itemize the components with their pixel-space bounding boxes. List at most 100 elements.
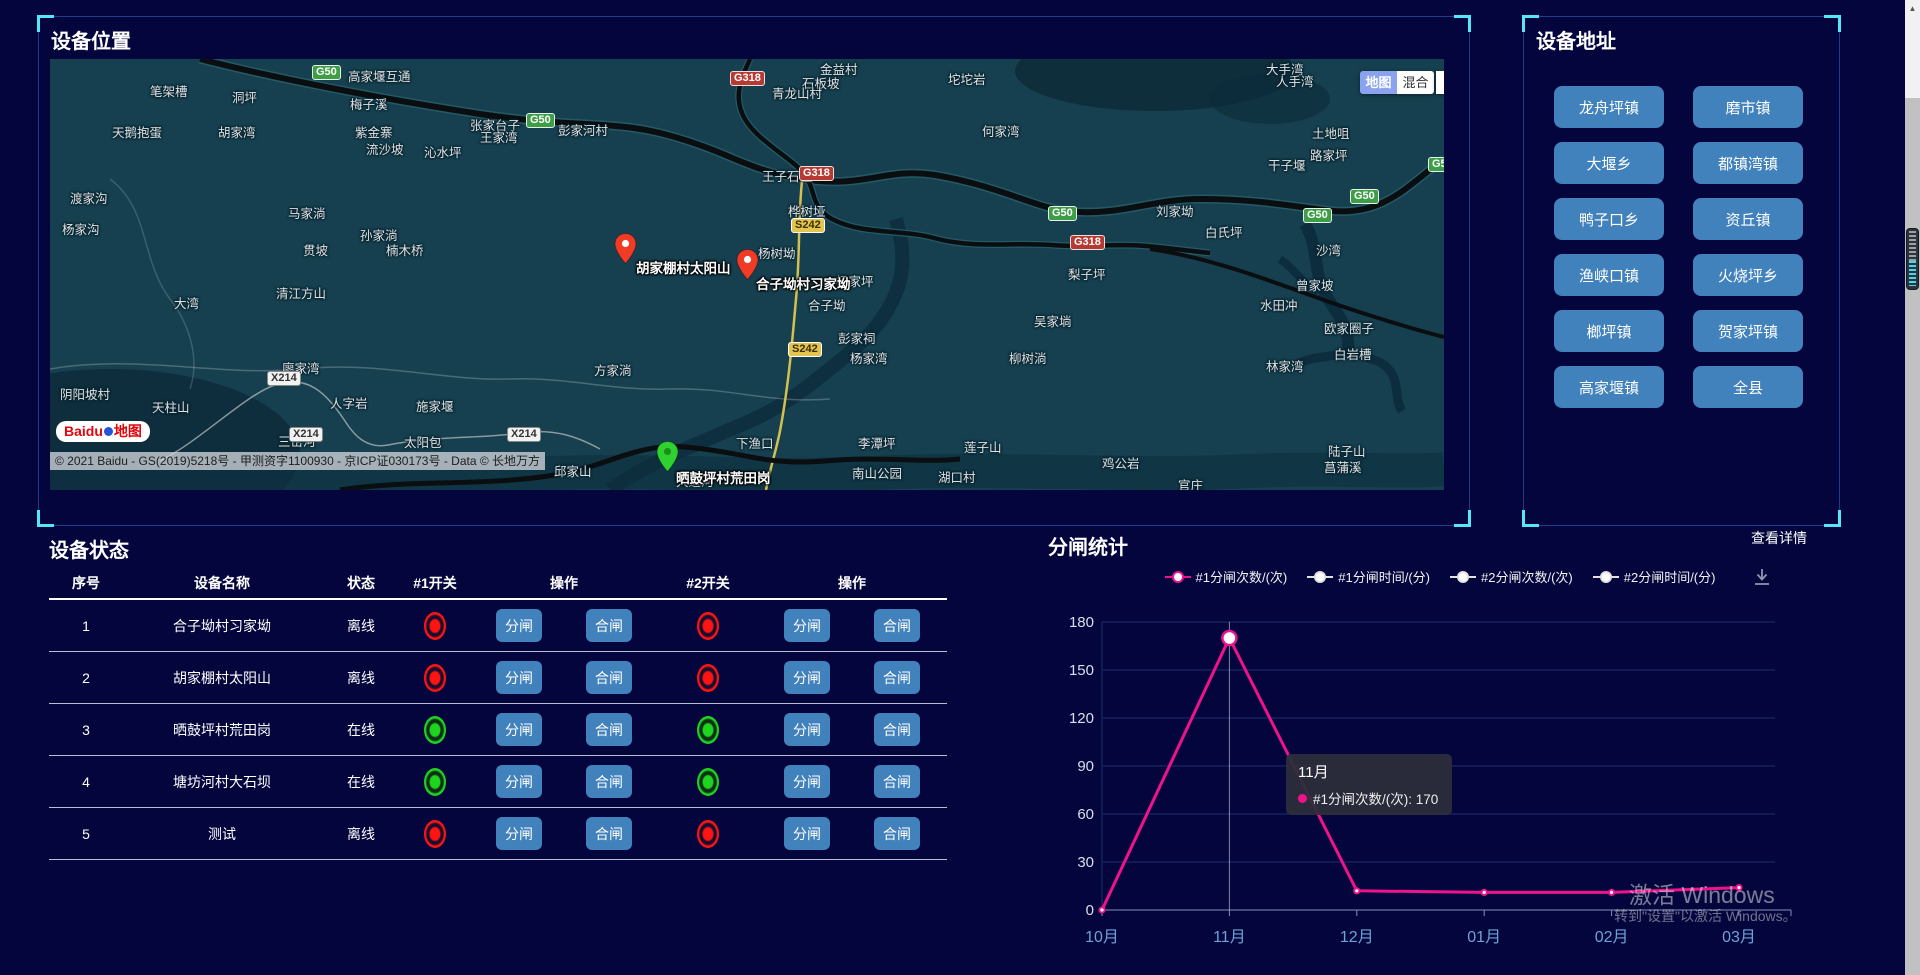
- map-type-button[interactable]: 混合: [1397, 71, 1434, 94]
- svg-text:11月: 11月: [1213, 929, 1246, 946]
- switch2-indicator: [697, 664, 719, 692]
- svg-text:90: 90: [1077, 758, 1094, 775]
- open-switch2-button[interactable]: 分闸: [784, 661, 830, 694]
- open-switch2-button[interactable]: 分闸: [784, 765, 830, 798]
- svg-text:02月: 02月: [1595, 929, 1629, 946]
- switch1-indicator: [424, 716, 446, 744]
- column-header: #1开关: [401, 573, 469, 593]
- map-type-control: 地图混合: [1360, 71, 1434, 94]
- map-place-label: 清江方山: [276, 283, 326, 302]
- map-place-label: 流沙坡: [366, 139, 404, 158]
- map-place-label: 水田冲: [1260, 295, 1298, 314]
- close-switch2-button[interactable]: 合闸: [874, 817, 920, 850]
- address-button[interactable]: 渔峡口镇: [1554, 254, 1664, 296]
- map-place-label: 彭家河村: [558, 120, 608, 139]
- map-place-label: 吴家埫: [1034, 311, 1072, 330]
- map-marker-red[interactable]: [614, 233, 637, 264]
- open-switch1-button[interactable]: 分闸: [496, 765, 542, 798]
- map-place-label: 南山公园: [852, 463, 902, 482]
- open-switch2-button[interactable]: 分闸: [784, 713, 830, 746]
- device-address-panel: 设备地址 龙舟坪镇磨市镇大堰乡都镇湾镇鸭子口乡资丘镇渔峡口镇火烧坪乡榔坪镇贺家坪…: [1523, 16, 1840, 526]
- map-type-button[interactable]: 地图: [1360, 71, 1397, 94]
- view-details-link[interactable]: 查看详情: [1751, 528, 1807, 548]
- map-place-label: 李潭坪: [858, 433, 896, 452]
- svg-text:12月: 12月: [1340, 929, 1374, 946]
- address-button[interactable]: 都镇湾镇: [1693, 142, 1803, 184]
- open-switch1-button[interactable]: 分闸: [496, 609, 542, 642]
- address-button[interactable]: 高家堰镇: [1554, 366, 1664, 408]
- switch2-indicator: [697, 768, 719, 796]
- map-place-label: 沙湾: [1316, 240, 1341, 259]
- close-switch2-button[interactable]: 合闸: [874, 713, 920, 746]
- close-switch1-button[interactable]: 合闸: [586, 817, 632, 850]
- map-place-label: 彭家祠: [838, 328, 876, 347]
- device-status: 在线: [321, 720, 401, 740]
- map-place-label: 官庄: [1178, 475, 1203, 490]
- device-location-panel: 设备位置 笔架槽洞坪天鹅: [38, 16, 1470, 526]
- legend-item[interactable]: #1分闸次数/(次): [1165, 567, 1288, 586]
- map-place-label: 马家淌: [288, 203, 326, 222]
- map-control-cutoff[interactable]: [1436, 71, 1444, 94]
- map-place-label: 杨家沟: [62, 219, 100, 238]
- table-header-row: 序号设备名称状态#1开关操作#2开关操作: [49, 568, 947, 600]
- close-switch1-button[interactable]: 合闸: [586, 713, 632, 746]
- corner-decoration: [1824, 510, 1841, 527]
- column-header: 序号: [49, 573, 123, 593]
- map-attribution: © 2021 Baidu - GS(2019)5218号 - 甲测资字11009…: [50, 452, 545, 470]
- legend-item[interactable]: #2分闸次数/(次): [1450, 567, 1573, 586]
- road-badge-S242: S242: [788, 342, 822, 357]
- map-place-label: 高家堰互通: [348, 66, 411, 85]
- switch2-indicator: [697, 716, 719, 744]
- open-switch2-button[interactable]: 分闸: [784, 817, 830, 850]
- open-switch2-button[interactable]: 分闸: [784, 609, 830, 642]
- column-header: #2开关: [659, 573, 757, 593]
- address-button[interactable]: 全县: [1693, 366, 1803, 408]
- baidu-map[interactable]: 笔架槽洞坪天鹅抱蛋胡家湾高家堰互通梅子溪紫金寨张家台子彭家河村流沙坡沁水坪王家湾…: [50, 59, 1444, 490]
- map-place-label: 湖口村: [938, 467, 976, 486]
- svg-text:120: 120: [1069, 710, 1094, 727]
- legend-item[interactable]: #2分闸时间/(分): [1593, 567, 1716, 586]
- address-button[interactable]: 资丘镇: [1693, 198, 1803, 240]
- map-place-label: 柳树淌: [1009, 348, 1047, 367]
- close-switch1-button[interactable]: 合闸: [586, 609, 632, 642]
- address-button[interactable]: 磨市镇: [1693, 86, 1803, 128]
- open-switch1-button[interactable]: 分闸: [496, 661, 542, 694]
- corner-decoration: [1522, 510, 1539, 527]
- map-place-label: 鸡公岩: [1102, 453, 1140, 472]
- map-place-label: 贯坡: [303, 240, 328, 259]
- scrollbar-up-arrow-icon[interactable]: ▲: [1905, 4, 1920, 13]
- close-switch2-button[interactable]: 合闸: [874, 765, 920, 798]
- map-place-label: 路家坪: [1310, 145, 1348, 164]
- open-switch1-button[interactable]: 分闸: [496, 713, 542, 746]
- scrollbar-track-top[interactable]: ▲: [1905, 0, 1920, 98]
- close-switch2-button[interactable]: 合闸: [874, 661, 920, 694]
- trip-stats-chart[interactable]: 306090120150180010月11月12月01月02月03月: [1085, 600, 1845, 950]
- map-place-label: 邱家山: [554, 461, 592, 480]
- legend-item[interactable]: #1分闸时间/(分): [1307, 567, 1430, 586]
- column-header: 设备名称: [123, 573, 321, 593]
- address-button[interactable]: 大堰乡: [1554, 142, 1664, 184]
- svg-text:10月: 10月: [1085, 929, 1119, 946]
- map-place-label: 莲子山: [964, 437, 1002, 456]
- address-button[interactable]: 鸭子口乡: [1554, 198, 1664, 240]
- page-scrollbar[interactable]: ▲: [1905, 0, 1920, 975]
- column-header: 操作: [469, 573, 659, 593]
- scroll-indicator-widget[interactable]: [1906, 228, 1919, 290]
- close-switch2-button[interactable]: 合闸: [874, 609, 920, 642]
- device-name: 塘坊河村大石坝: [123, 772, 321, 792]
- address-button[interactable]: 贺家坪镇: [1693, 310, 1803, 352]
- road-badge-G50: G50: [1350, 189, 1379, 204]
- legend-marker-icon: [1593, 571, 1619, 583]
- device-status: 离线: [321, 668, 401, 688]
- address-button[interactable]: 榔坪镇: [1554, 310, 1664, 352]
- baidu-logo: Baidu地图: [56, 421, 150, 442]
- map-place-label: 施家堰: [416, 396, 454, 415]
- road-badge-G50: G50: [1428, 157, 1444, 172]
- address-button[interactable]: 火烧坪乡: [1693, 254, 1803, 296]
- address-button[interactable]: 龙舟坪镇: [1554, 86, 1664, 128]
- address-button-grid: 龙舟坪镇磨市镇大堰乡都镇湾镇鸭子口乡资丘镇渔峡口镇火烧坪乡榔坪镇贺家坪镇高家堰镇…: [1554, 86, 1803, 408]
- column-header: 状态: [321, 573, 401, 593]
- open-switch1-button[interactable]: 分闸: [496, 817, 542, 850]
- close-switch1-button[interactable]: 合闸: [586, 765, 632, 798]
- close-switch1-button[interactable]: 合闸: [586, 661, 632, 694]
